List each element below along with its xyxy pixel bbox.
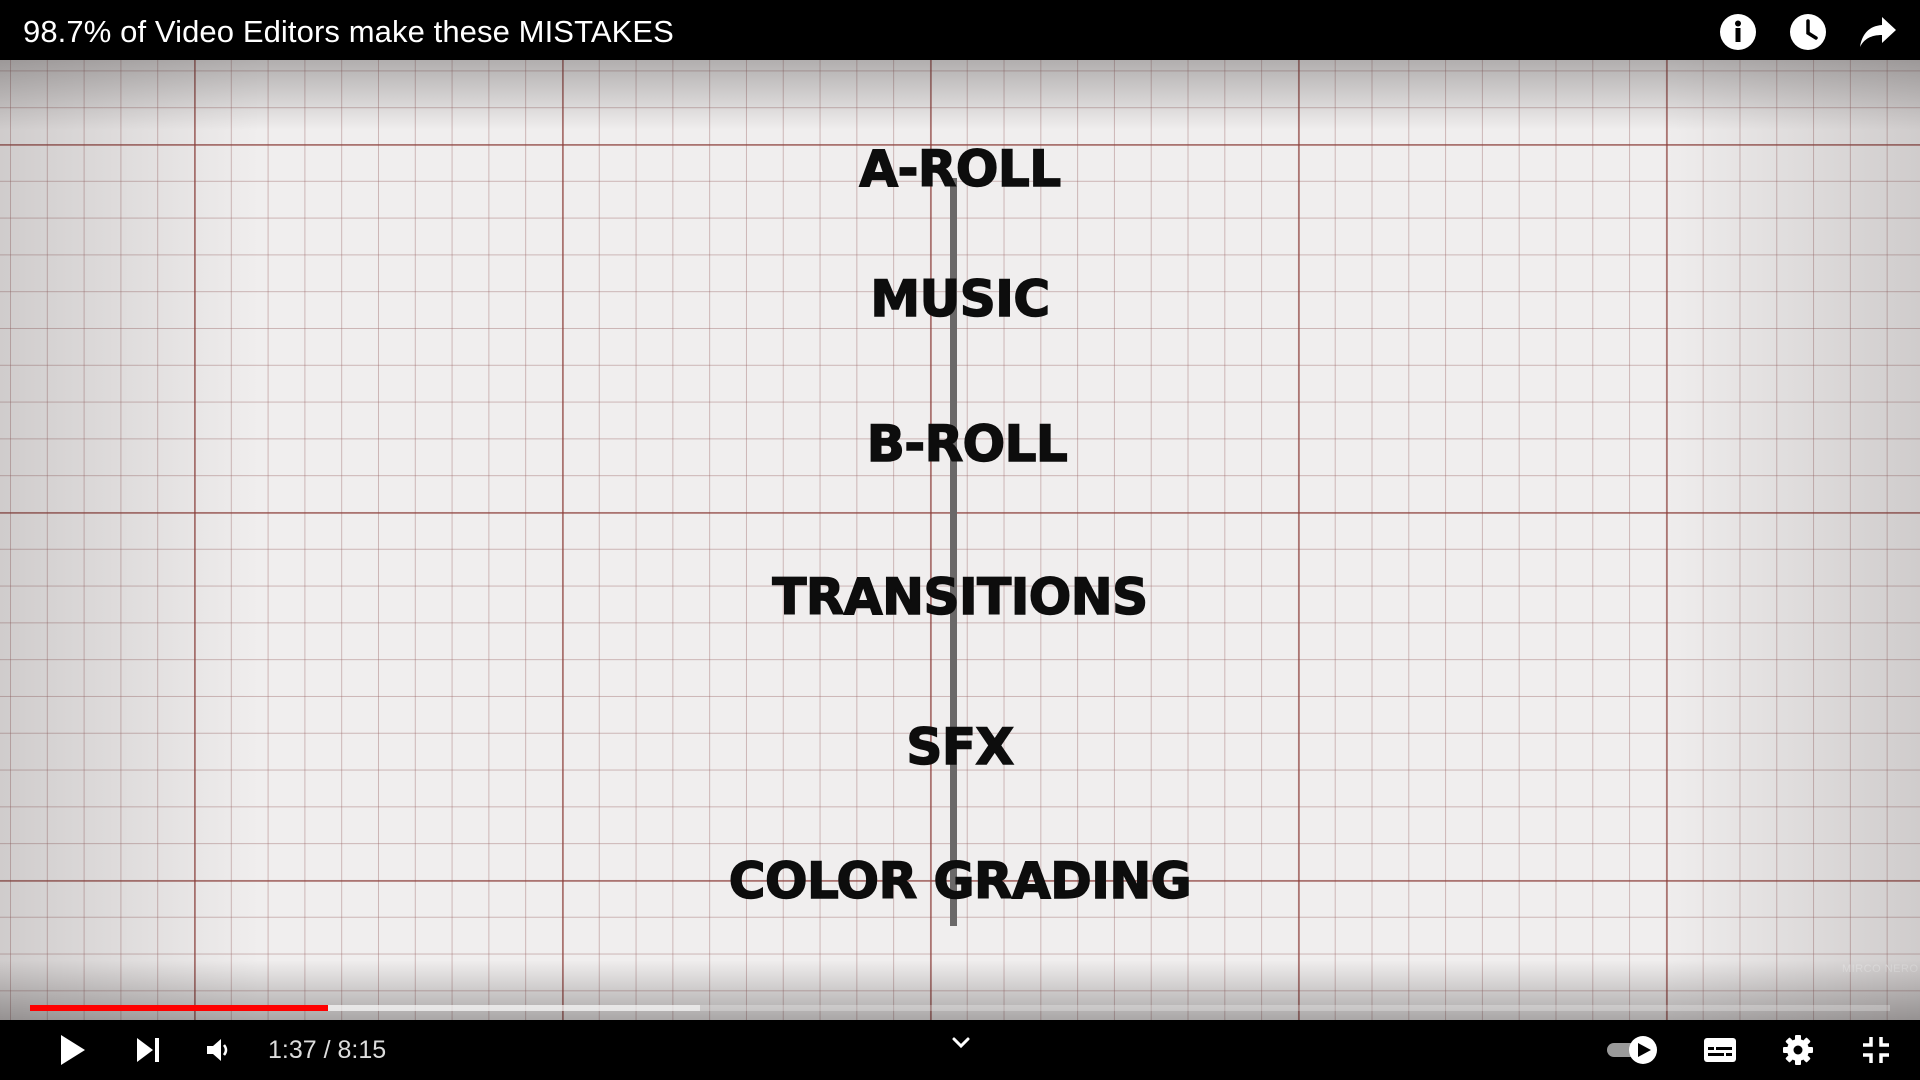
- subtitles-icon: [1704, 1038, 1736, 1062]
- video-title[interactable]: 98.7% of Video Editors make these MISTAK…: [23, 14, 674, 50]
- exit-fullscreen-icon: [1863, 1037, 1889, 1063]
- track-label-color-grading: COLOR GRADING: [728, 851, 1192, 911]
- video-frame[interactable]: A-ROLL MUSIC B-ROLL TRANSITIONS SFX COLO…: [0, 60, 1920, 1020]
- video-player[interactable]: A-ROLL MUSIC B-ROLL TRANSITIONS SFX COLO…: [0, 0, 1920, 1080]
- progress-bar[interactable]: [30, 1005, 1890, 1011]
- track-label-music: MUSIC: [870, 269, 1051, 329]
- track-label-b-roll: B-ROLL: [866, 414, 1069, 474]
- autoplay-toggle[interactable]: [1604, 1030, 1662, 1070]
- top-bar: 98.7% of Video Editors make these MISTAK…: [0, 0, 1920, 60]
- left-controls: 1:37 / 8:15: [52, 1030, 386, 1070]
- subtitles-button[interactable]: [1700, 1030, 1740, 1070]
- track-label-sfx: SFX: [906, 717, 1015, 777]
- right-controls: [1604, 1030, 1896, 1070]
- info-icon[interactable]: [1718, 12, 1758, 52]
- play-icon: [61, 1035, 85, 1065]
- track-label-transitions: TRANSITIONS: [772, 567, 1149, 627]
- chevron-down-icon[interactable]: [946, 1028, 976, 1058]
- gear-icon: [1783, 1035, 1813, 1065]
- progress-played: [30, 1005, 328, 1011]
- exit-fullscreen-button[interactable]: [1856, 1030, 1896, 1070]
- next-button[interactable]: [128, 1030, 168, 1070]
- autoplay-icon: [1607, 1036, 1657, 1064]
- share-icon[interactable]: [1858, 12, 1898, 52]
- channel-watermark: MIRCO NERO: [1842, 963, 1919, 975]
- watch-later-icon[interactable]: [1788, 12, 1828, 52]
- mute-button[interactable]: [198, 1030, 238, 1070]
- time-display: 1:37 / 8:15: [268, 1035, 387, 1064]
- settings-button[interactable]: [1778, 1030, 1818, 1070]
- skip-next-icon: [137, 1038, 159, 1062]
- track-label-a-roll: A-ROLL: [859, 139, 1062, 199]
- play-button[interactable]: [52, 1030, 92, 1070]
- volume-icon: [207, 1039, 228, 1061]
- top-actions: [1718, 12, 1898, 52]
